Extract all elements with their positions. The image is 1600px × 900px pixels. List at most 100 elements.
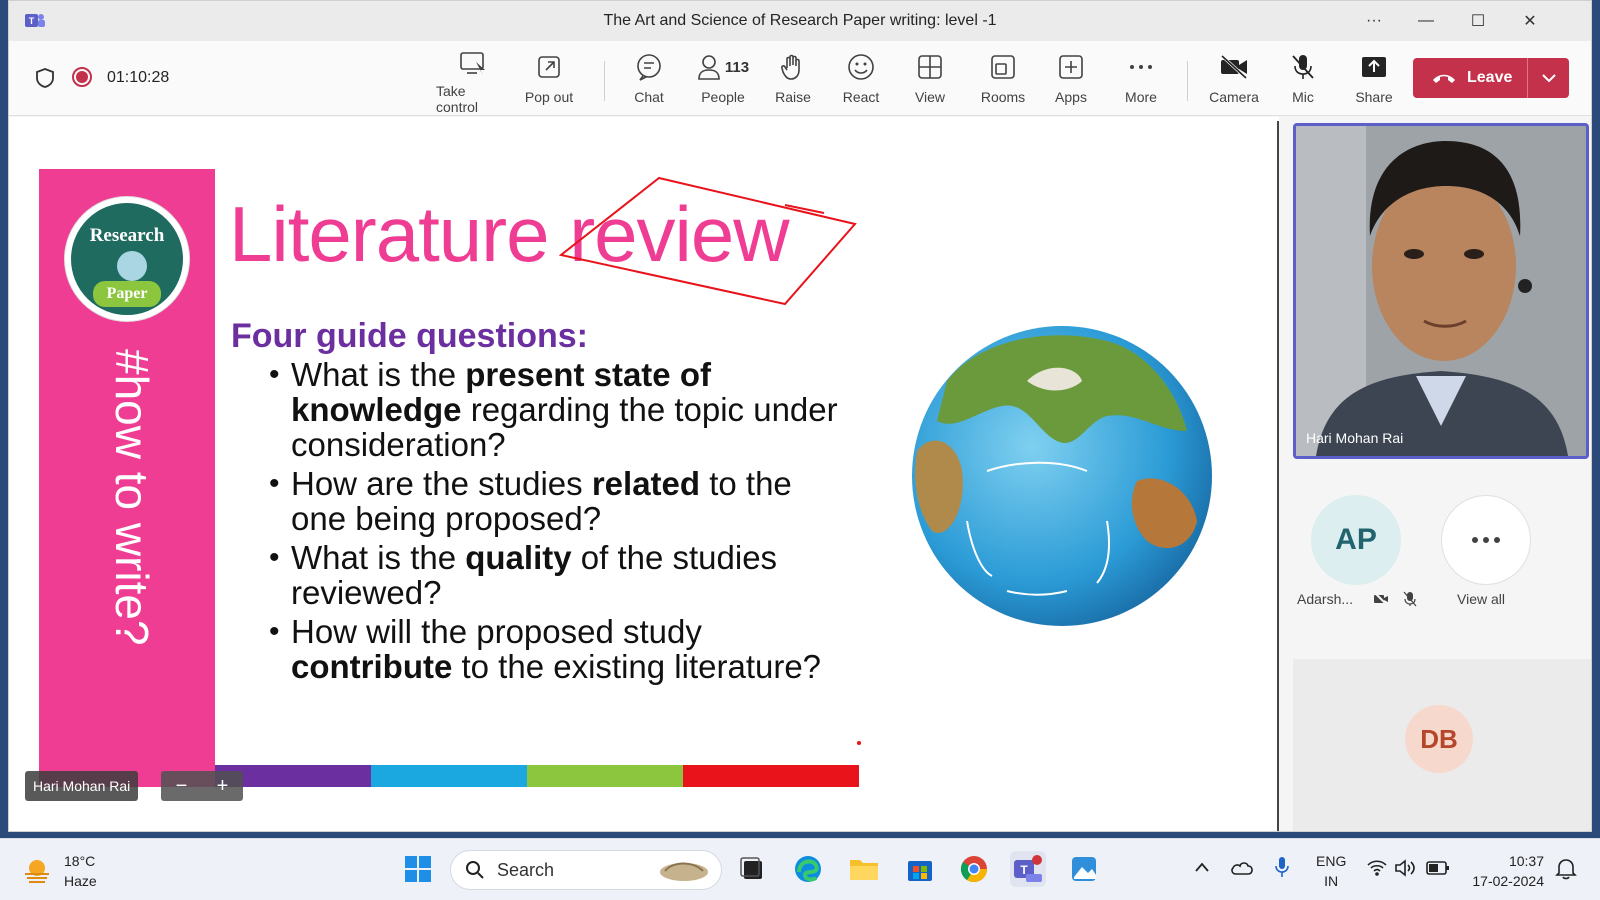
more-button[interactable]: More xyxy=(1121,51,1161,109)
rooms-icon xyxy=(991,55,1015,79)
slide-pink-sidebar: Research Paper #how to write? xyxy=(39,169,215,779)
avatar-ap[interactable]: AP xyxy=(1311,495,1401,585)
presentation-slide: Research Paper #how to write? Literature… xyxy=(39,169,879,789)
search-highlight-image xyxy=(660,862,708,881)
pop-out-button[interactable]: Pop out xyxy=(523,51,575,109)
meeting-toolbar: 01:10:28 Take control Pop out Chat 113 P… xyxy=(9,41,1591,116)
participant-tile-db[interactable]: DB xyxy=(1293,659,1591,831)
edge-browser-button[interactable] xyxy=(790,851,826,887)
meeting-timer: 01:10:28 xyxy=(107,69,170,86)
chevron-down-icon xyxy=(1541,74,1556,83)
mic-button[interactable]: Mic xyxy=(1285,51,1321,109)
shared-screen-stage: Research Paper #how to write? Literature… xyxy=(9,117,1279,831)
folder-icon xyxy=(850,860,878,880)
take-control-button[interactable]: Take control xyxy=(436,51,510,115)
weather-condition: Haze xyxy=(64,873,97,889)
taskbar-clock[interactable]: 10:37 17-02-2024 xyxy=(1462,851,1544,891)
avatar-db: DB xyxy=(1405,705,1473,773)
camera-off-small-icon xyxy=(1373,591,1389,607)
weather-widget[interactable]: 18°C Haze xyxy=(22,851,97,891)
view-all-label: View all xyxy=(1457,591,1505,607)
view-icon xyxy=(918,55,942,79)
photos-button[interactable] xyxy=(1066,851,1102,887)
question-item: How are the studies related to the one b… xyxy=(269,466,849,536)
task-view-icon xyxy=(740,857,762,879)
microphone-tray-icon[interactable] xyxy=(1274,855,1290,879)
search-icon xyxy=(466,861,484,879)
leave-options-button[interactable] xyxy=(1528,73,1569,83)
apps-button[interactable]: Apps xyxy=(1053,51,1089,109)
wifi-icon[interactable] xyxy=(1366,859,1388,877)
pen-annotation xyxy=(558,176,857,306)
teams-taskbar-button[interactable]: T xyxy=(1010,851,1046,887)
teams-meeting-window: T The Art and Science of Research Paper … xyxy=(8,0,1592,832)
leave-button[interactable]: Leave xyxy=(1413,58,1569,98)
participants-panel: Hari Mohan Rai AP Adarsh... View all DB xyxy=(1281,117,1591,831)
close-button[interactable]: ✕ xyxy=(1505,1,1555,41)
camera-off-icon xyxy=(1220,54,1248,80)
zoom-out-button[interactable]: − xyxy=(176,775,188,798)
apps-icon xyxy=(1059,55,1083,79)
photos-icon xyxy=(1072,857,1096,881)
color-segment xyxy=(527,765,683,787)
take-control-icon xyxy=(460,52,485,75)
edge-icon xyxy=(795,856,821,882)
mic-off-icon xyxy=(1292,55,1314,79)
chrome-button[interactable] xyxy=(956,851,992,887)
people-button[interactable]: 113 People xyxy=(693,51,753,109)
store-icon xyxy=(908,861,932,881)
maximize-button[interactable]: ☐ xyxy=(1453,1,1503,41)
raise-hand-icon xyxy=(781,54,800,80)
chrome-icon xyxy=(960,856,988,883)
battery-icon[interactable] xyxy=(1426,860,1450,876)
notification-bell-icon[interactable] xyxy=(1554,856,1578,880)
chat-icon xyxy=(637,54,661,81)
people-icon xyxy=(698,55,720,80)
task-view-button[interactable] xyxy=(734,851,770,887)
share-icon xyxy=(1362,57,1386,77)
slide-subtitle: Four guide questions: xyxy=(231,317,588,355)
leave-main[interactable]: Leave xyxy=(1413,69,1527,87)
raise-hand-button[interactable]: Raise xyxy=(773,51,813,109)
title-bar: T The Art and Science of Research Paper … xyxy=(9,1,1591,41)
camera-button[interactable]: Camera xyxy=(1209,51,1259,109)
mic-off-small-icon xyxy=(1403,591,1417,607)
react-icon xyxy=(848,54,874,80)
windows-start-icon xyxy=(405,856,431,882)
question-item: What is the quality of the studies revie… xyxy=(269,540,849,610)
zoom-in-button[interactable]: + xyxy=(217,775,229,798)
view-button[interactable]: View xyxy=(912,51,948,109)
research-paper-logo: Research Paper xyxy=(65,197,189,321)
minimize-button[interactable]: — xyxy=(1401,1,1451,41)
more-icon xyxy=(1472,537,1500,543)
react-button[interactable]: React xyxy=(841,51,881,109)
toolbar-separator xyxy=(1187,61,1188,101)
view-all-participants-button[interactable] xyxy=(1441,495,1531,585)
phone-hangup-icon xyxy=(1433,74,1455,83)
chevron-up-icon[interactable] xyxy=(1194,861,1210,873)
start-button[interactable] xyxy=(400,851,436,887)
store-button[interactable] xyxy=(902,851,938,887)
participant-video-tile[interactable]: Hari Mohan Rai xyxy=(1293,123,1589,459)
file-explorer-button[interactable] xyxy=(846,851,882,887)
taskbar-search[interactable]: Search xyxy=(450,850,722,890)
participant-name-ap: Adarsh... xyxy=(1297,591,1354,607)
people-count: 113 xyxy=(724,58,750,76)
question-item: How will the proposed study contribute t… xyxy=(269,614,849,684)
more-options-icon[interactable]: ··· xyxy=(1349,1,1399,41)
rooms-button[interactable]: Rooms xyxy=(981,51,1025,109)
pop-out-icon xyxy=(538,56,560,78)
laser-pointer-dot xyxy=(857,741,861,745)
share-button[interactable]: Share xyxy=(1354,51,1394,109)
language-indicator[interactable]: ENG IN xyxy=(1316,851,1346,891)
shield-icon[interactable] xyxy=(35,67,55,89)
zoom-controls: − + xyxy=(161,771,243,801)
chat-button[interactable]: Chat xyxy=(629,51,669,109)
haze-sun-icon xyxy=(25,860,49,883)
volume-icon[interactable] xyxy=(1394,859,1416,877)
toolbar-separator xyxy=(604,61,605,101)
color-segment xyxy=(683,765,859,787)
more-icon xyxy=(1130,65,1152,69)
onedrive-cloud-icon[interactable] xyxy=(1230,858,1254,876)
weather-temperature: 18°C xyxy=(64,853,96,869)
